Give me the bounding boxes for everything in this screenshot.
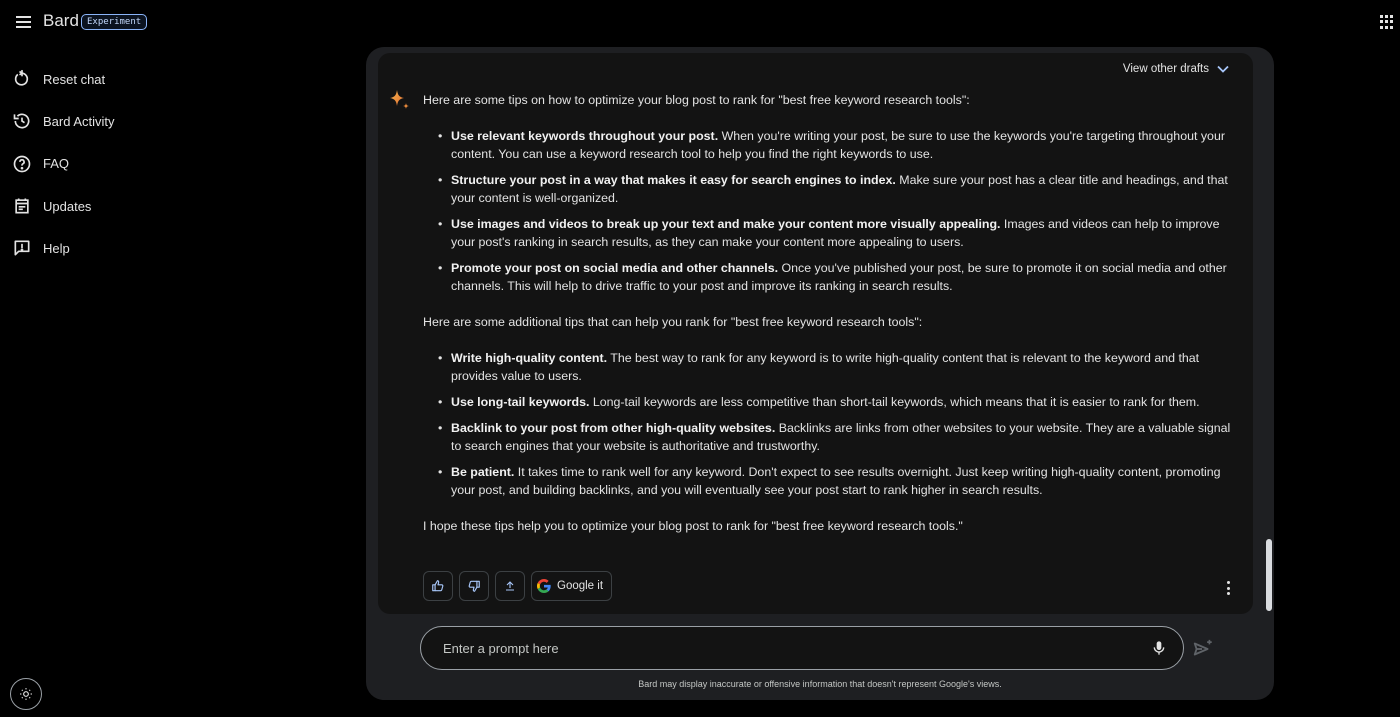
tip-heading: Be patient. [451, 465, 515, 479]
theme-toggle-button[interactable] [10, 678, 42, 710]
view-drafts-label: View other drafts [1122, 63, 1209, 75]
share-icon [506, 581, 514, 591]
sidebar: Reset chat Bard Activity FAQ Updates Hel… [0, 58, 200, 269]
sidebar-item-faq[interactable]: FAQ [0, 143, 200, 185]
scrollbar-thumb[interactable] [1266, 539, 1272, 611]
microphone-icon[interactable] [1151, 639, 1167, 657]
response-actions: Google it [423, 571, 613, 601]
response-closing: I hope these tips help you to optimize y… [423, 519, 963, 533]
history-icon [13, 113, 30, 129]
send-icon[interactable] [1192, 638, 1214, 660]
tip-heading: Use relevant keywords throughout your po… [451, 129, 719, 143]
brightness-icon [20, 688, 32, 700]
tip-text: It takes time to rank well for any keywo… [451, 465, 1221, 497]
thumbs-down-icon [468, 580, 480, 592]
tips-list: Use relevant keywords throughout your po… [423, 127, 1233, 295]
chevron-down-icon [1217, 65, 1229, 73]
list-item: Promote your post on social media and ot… [438, 259, 1233, 295]
response-content: Here are some tips on how to optimize yo… [423, 91, 1233, 535]
prompt-field[interactable] [420, 626, 1184, 670]
response-card: View other drafts Here are some tips on … [378, 53, 1253, 614]
calendar-icon [15, 198, 29, 214]
list-item: Use long-tail keywords. Long-tail keywor… [438, 393, 1233, 411]
response-intro: Here are some tips on how to optimize yo… [423, 93, 970, 107]
list-item: Write high-quality content. The best way… [438, 349, 1233, 385]
tip-heading: Write high-quality content. [451, 351, 608, 365]
tip-heading: Backlink to your post from other high-qu… [451, 421, 776, 435]
list-item: Use relevant keywords throughout your po… [438, 127, 1233, 163]
reset-icon [14, 69, 29, 86]
top-bar: Bard Experiment [0, 0, 1400, 44]
additional-tips-list: Write high-quality content. The best way… [423, 349, 1233, 499]
tip-heading: Promote your post on social media and ot… [451, 261, 779, 275]
tip-heading: Use images and videos to break up your t… [451, 217, 1001, 231]
chat-panel: View other drafts Here are some tips on … [366, 47, 1274, 700]
more-options-icon[interactable] [1225, 581, 1231, 595]
list-item: Structure your post in a way that makes … [438, 171, 1233, 207]
app-name: Bard [43, 11, 79, 30]
tip-heading: Use long-tail keywords. [451, 395, 590, 409]
help-circle-icon [13, 155, 31, 173]
list-item: Use images and videos to break up your t… [438, 215, 1233, 251]
sidebar-item-label: Updates [43, 198, 92, 214]
sidebar-item-help[interactable]: Help [0, 227, 200, 269]
prompt-input[interactable] [443, 627, 1123, 669]
google-it-button[interactable]: Google it [531, 571, 613, 601]
bard-sparkle-icon [390, 90, 409, 109]
menu-icon[interactable] [14, 12, 34, 32]
disclaimer: Bard may display inaccurate or offensive… [638, 679, 1002, 689]
view-other-drafts-button[interactable]: View other drafts [1123, 63, 1229, 75]
tip-text: Long-tail keywords are less competitive … [589, 395, 1200, 409]
thumbs-up-button[interactable] [423, 571, 453, 601]
thumbs-down-button[interactable] [459, 571, 489, 601]
list-item: Be patient. It takes time to rank well f… [438, 463, 1233, 499]
list-item: Backlink to your post from other high-qu… [438, 419, 1233, 455]
google-apps-icon[interactable] [1380, 15, 1394, 29]
sidebar-item-reset-chat[interactable]: Reset chat [0, 58, 200, 100]
experiment-badge: Experiment [81, 14, 148, 30]
sidebar-item-label: FAQ [43, 156, 70, 172]
sidebar-item-label: Reset chat [43, 71, 106, 87]
additional-intro: Here are some additional tips that can h… [423, 315, 923, 329]
feedback-icon [14, 240, 30, 256]
google-logo-icon [537, 579, 551, 593]
sidebar-item-updates[interactable]: Updates [0, 185, 200, 227]
sidebar-item-label: Help [43, 240, 70, 256]
sidebar-item-label: Bard Activity [43, 113, 115, 129]
share-button[interactable] [495, 571, 525, 601]
thumbs-up-icon [432, 580, 444, 592]
google-it-label: Google it [557, 580, 604, 592]
sidebar-item-bard-activity[interactable]: Bard Activity [0, 100, 200, 142]
tip-heading: Structure your post in a way that makes … [451, 173, 896, 187]
